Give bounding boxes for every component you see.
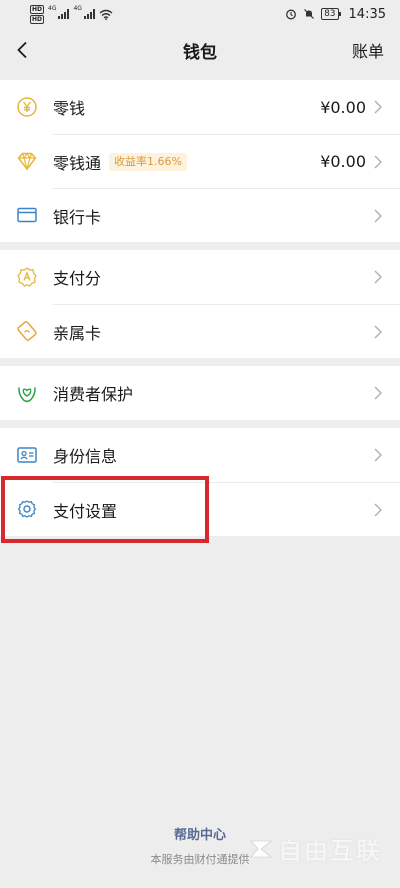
wallet-group-funds: 零钱 ¥0.00 零钱通 收益率1.66% ¥0.00 银行卡 (0, 80, 400, 242)
status-time: 14:35 (348, 6, 386, 22)
row-label: 消费者保护 (53, 385, 134, 404)
row-label: 亲属卡 (53, 323, 102, 343)
row-body: 零钱 ¥0.00 (53, 80, 400, 134)
row-body: 支付设置 (53, 482, 400, 536)
consumer-protection-icon (16, 382, 38, 404)
row-lingqiantong[interactable]: 零钱通 收益率1.66% ¥0.00 (0, 134, 400, 188)
row-consumer-protection[interactable]: 消费者保护 (0, 366, 400, 420)
chevron-left-icon (17, 41, 27, 59)
wallet-group-settings: 身份信息 支付设置 (0, 428, 400, 536)
hd-badge: HD (30, 14, 45, 24)
diamond-icon (16, 150, 38, 172)
status-right: 83 14:35 (285, 7, 386, 22)
chevron-right-icon (374, 154, 384, 169)
bill-button[interactable]: 账单 (352, 38, 384, 62)
chevron-right-icon (374, 208, 384, 223)
family-card-icon (16, 320, 38, 342)
network-type: 4G (73, 4, 82, 12)
network-type: 4G (48, 4, 57, 12)
wifi-icon (99, 9, 113, 20)
row-label: 零钱 (53, 99, 86, 118)
row-bank-card[interactable]: 银行卡 (0, 188, 400, 242)
row-label: 零钱通 (53, 153, 102, 173)
page-title: 钱包 (183, 42, 217, 63)
row-body: 消费者保护 (53, 366, 400, 420)
chevron-right-icon (374, 324, 384, 339)
chevron-right-icon (374, 270, 384, 284)
battery-icon: 83 (321, 8, 342, 20)
yuan-coin-icon (16, 96, 38, 118)
gear-icon (16, 498, 38, 520)
row-value: ¥0.00 (320, 97, 366, 117)
row-label: 银行卡 (53, 207, 102, 227)
chevron-right-icon (374, 448, 384, 462)
watermark-text: 自由互联 (278, 837, 382, 865)
mute-bell-icon (304, 9, 315, 19)
status-bar: HD HD 4G 4G 83 14:35 (0, 0, 400, 28)
hd-badges: HD HD (30, 4, 45, 24)
row-identity-info[interactable]: 身份信息 (0, 428, 400, 482)
bank-card-icon (16, 204, 38, 226)
alarm-icon (286, 9, 297, 20)
row-label: 身份信息 (53, 447, 118, 466)
row-body: 银行卡 (53, 188, 400, 242)
row-label: 支付设置 (53, 501, 118, 521)
row-body: 身份信息 (53, 428, 400, 482)
row-label: 支付分 (53, 269, 102, 288)
row-pay-score[interactable]: 支付分 (0, 250, 400, 304)
row-payment-settings[interactable]: 支付设置 (0, 482, 400, 536)
help-center-link[interactable]: 帮助中心 (174, 824, 226, 843)
yield-rate-badge: 收益率1.66% (109, 152, 187, 171)
chevron-right-icon (374, 100, 384, 114)
wallet-group-credit: 支付分 亲属卡 (0, 250, 400, 358)
row-body: 零钱通 收益率1.66% ¥0.00 (53, 134, 400, 188)
signal-icon (83, 9, 95, 19)
status-left: HD HD 4G 4G (30, 4, 113, 24)
row-body: 亲属卡 (53, 304, 400, 358)
chevron-right-icon (374, 386, 384, 400)
nav-bar: 钱包 账单 (0, 28, 400, 72)
pay-score-icon (16, 266, 38, 288)
row-body: 支付分 (53, 250, 400, 304)
watermark-logo-icon (250, 840, 272, 857)
hd-badge: HD (30, 4, 45, 14)
row-family-card[interactable]: 亲属卡 (0, 304, 400, 358)
signal-icon (58, 9, 70, 19)
back-button[interactable] (10, 38, 34, 62)
wallet-group-protection: 消费者保护 (0, 366, 400, 420)
chevron-right-icon (374, 502, 384, 517)
watermark: 自由互联 (248, 831, 382, 866)
id-card-icon (16, 444, 38, 466)
row-value: ¥0.00 (320, 152, 366, 171)
row-change[interactable]: 零钱 ¥0.00 (0, 80, 400, 134)
